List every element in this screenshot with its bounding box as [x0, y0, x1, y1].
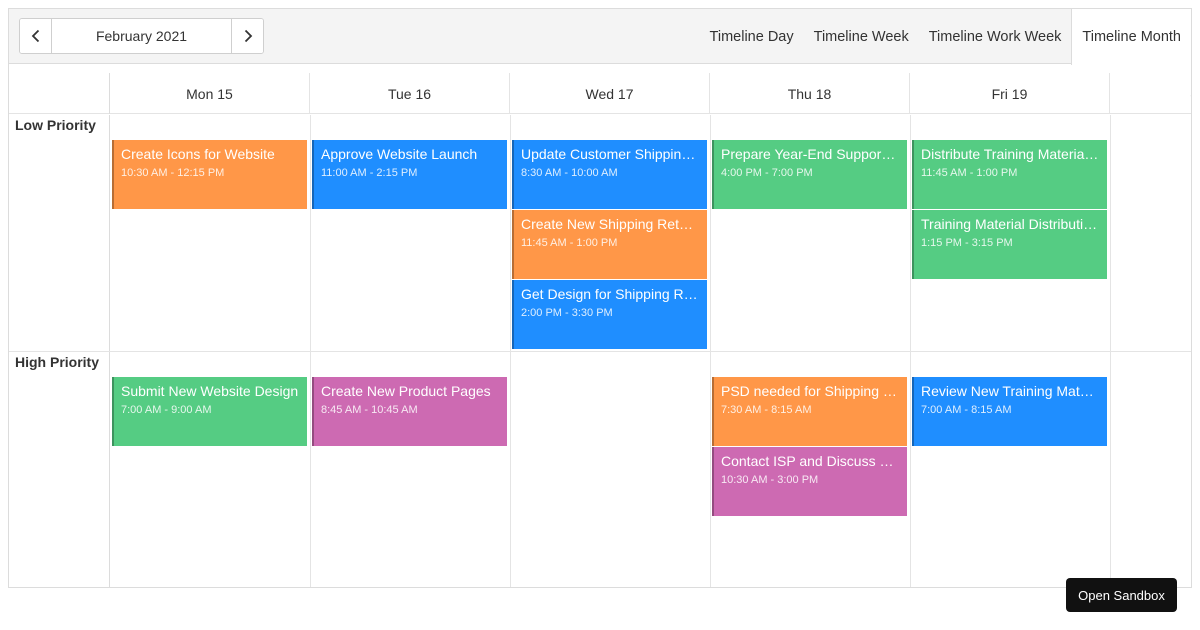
- event-time: 1:15 PM - 3:15 PM: [921, 237, 1013, 249]
- event-time: 10:30 AM - 3:00 PM: [721, 474, 819, 486]
- event-card[interactable]: Create New Product Pages 8:45 AM - 10:45…: [312, 377, 507, 446]
- event-time: 7:30 AM - 8:15 AM: [721, 404, 812, 416]
- date-header-thu-18: Thu 18: [710, 73, 910, 114]
- event-title: Review New Training Material: [921, 383, 1107, 399]
- scheduler-toolbar: February 2021 Timeline Day Timeline Week…: [9, 9, 1191, 65]
- event-card[interactable]: Contact ISP and Discuss Payment Options …: [712, 447, 907, 516]
- view-switcher: Timeline Day Timeline Week Timeline Work…: [700, 9, 1191, 65]
- timeline-scheduler: February 2021 Timeline Day Timeline Week…: [8, 8, 1192, 588]
- event-time: 2:00 PM - 3:30 PM: [521, 307, 613, 319]
- open-sandbox-button[interactable]: Open Sandbox: [1066, 578, 1177, 612]
- event-card[interactable]: Prepare Year-End Support Summary Report …: [712, 140, 907, 209]
- tab-timeline-week[interactable]: Timeline Week: [804, 9, 919, 64]
- event-title: PSD needed for Shipping Return Policy: [721, 383, 907, 399]
- event-title: Update Customer Shipping Profile: [521, 146, 707, 162]
- header-corner: [9, 73, 110, 114]
- tab-timeline-work-week[interactable]: Timeline Work Week: [919, 9, 1072, 64]
- event-time: 11:45 AM - 1:00 PM: [521, 237, 618, 249]
- current-date-button[interactable]: February 2021: [51, 19, 232, 53]
- event-time: 4:00 PM - 7:00 PM: [721, 167, 813, 179]
- event-time: 11:00 AM - 2:15 PM: [321, 167, 418, 179]
- chevron-left-icon: [31, 29, 39, 43]
- timeline-grid: Mon 15 Tue 16 Wed 17 Thu 18 Fri 19 S Low…: [9, 73, 1191, 587]
- event-title: Create New Product Pages: [321, 383, 491, 399]
- tab-timeline-day[interactable]: Timeline Day: [700, 9, 804, 64]
- tab-timeline-month[interactable]: Timeline Month: [1071, 9, 1191, 65]
- date-header-wed-17: Wed 17: [510, 73, 710, 114]
- event-time: 8:30 AM - 10:00 AM: [521, 167, 618, 179]
- event-time: 11:45 AM - 1:00 PM: [921, 167, 1018, 179]
- event-card[interactable]: Get Design for Shipping Return Policy 2:…: [512, 280, 707, 349]
- event-time: 10:30 AM - 12:15 PM: [121, 167, 225, 179]
- event-title: Distribute Training Material to Support …: [921, 146, 1107, 162]
- date-header-mon-15: Mon 15: [110, 73, 310, 114]
- event-card[interactable]: Distribute Training Material to Support …: [912, 140, 1107, 209]
- event-card[interactable]: Update Customer Shipping Profile 8:30 AM…: [512, 140, 707, 209]
- event-time: 8:45 AM - 10:45 AM: [321, 404, 418, 416]
- event-title: Approve Website Launch: [321, 146, 478, 162]
- date-header-fri-19: Fri 19: [910, 73, 1110, 114]
- event-card[interactable]: Create Icons for Website 10:30 AM - 12:1…: [112, 140, 307, 209]
- resource-label-high-priority: High Priority: [15, 354, 100, 370]
- event-title: Prepare Year-End Support Summary Report: [721, 146, 907, 162]
- date-header-row: Mon 15 Tue 16 Wed 17 Thu 18 Fri 19 S: [9, 73, 1191, 114]
- chevron-right-icon: [244, 29, 252, 43]
- previous-button[interactable]: [20, 19, 51, 53]
- event-card[interactable]: Review New Training Material 7:00 AM - 8…: [912, 377, 1107, 446]
- next-button[interactable]: [232, 19, 263, 53]
- event-title: Submit New Website Design: [121, 383, 299, 399]
- event-time: 7:00 AM - 9:00 AM: [121, 404, 212, 416]
- date-header-tue-16: Tue 16: [310, 73, 510, 114]
- event-title: Contact ISP and Discuss Payment Options: [721, 453, 907, 469]
- timeline-body: Low Priority High Priority Create Icons …: [9, 115, 1191, 587]
- event-title: Training Material Distribution Schedule: [921, 216, 1107, 232]
- event-title: Create New Shipping Return Policy: [521, 216, 707, 232]
- event-card[interactable]: Training Material Distribution Schedule …: [912, 210, 1107, 279]
- event-card[interactable]: PSD needed for Shipping Return Policy 7:…: [712, 377, 907, 446]
- event-card[interactable]: Approve Website Launch 11:00 AM - 2:15 P…: [312, 140, 507, 209]
- event-card[interactable]: Submit New Website Design 7:00 AM - 9:00…: [112, 377, 307, 446]
- event-title: Create Icons for Website: [121, 146, 275, 162]
- date-navigator: February 2021: [19, 18, 264, 54]
- date-header-sat-partial: S: [1190, 85, 1191, 101]
- event-card[interactable]: Create New Shipping Return Policy 11:45 …: [512, 210, 707, 279]
- event-title: Get Design for Shipping Return Policy: [521, 286, 707, 302]
- resource-label-low-priority: Low Priority: [15, 117, 96, 133]
- event-time: 7:00 AM - 8:15 AM: [921, 404, 1012, 416]
- resource-divider: [9, 351, 1191, 352]
